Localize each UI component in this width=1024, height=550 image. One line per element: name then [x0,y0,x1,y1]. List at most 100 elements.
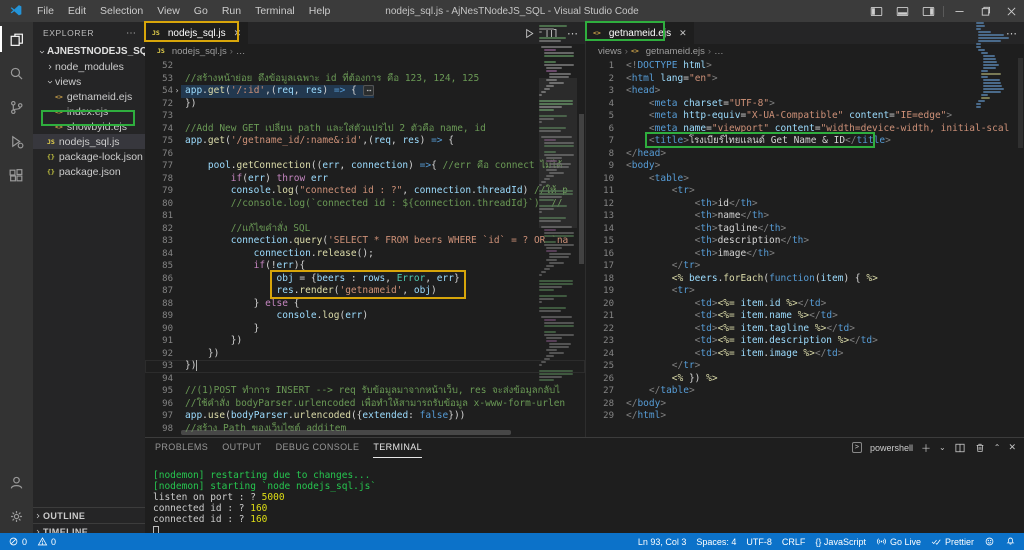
line-number[interactable]: 23 [586,335,614,348]
code-line-78[interactable]: 78 if(err) throw err [145,173,585,186]
run-file-icon[interactable] [523,27,536,40]
status-item-error[interactable]: 0 [8,536,27,547]
code-line-85[interactable]: 85 if(!err){ [145,260,585,273]
breadcrumb-right[interactable]: views› <> getnameid.ejs› … [586,44,1024,58]
shell-selector[interactable]: powershell [870,443,913,453]
explorer-item-ajnestnodejs-sql[interactable]: AJNESTNODEJS_SQL [33,44,145,59]
toggle-sidebar-icon[interactable] [863,0,889,22]
status-item-utf-8[interactable]: UTF-8 [746,537,772,547]
code-line-90[interactable]: 90 } [145,323,585,336]
line-number[interactable]: 18 [586,273,614,286]
line-number[interactable]: 86 [145,273,173,286]
line-number[interactable]: 88 [145,298,173,311]
code-line-16[interactable]: 16 <th>image</th> [586,248,1024,261]
minimize-window-icon[interactable] [946,0,972,22]
terminal-output[interactable]: [nodemon] restarting due to changes...[n… [153,457,1016,533]
code-line-20[interactable]: 20 <td><%= item.id %></td> [586,298,1024,311]
line-number[interactable]: 54 [145,85,173,98]
sidebar-section-outline[interactable]: OUTLINE [33,507,145,523]
toggle-panel-icon[interactable] [889,0,915,22]
status-item-broadcast[interactable]: Go Live [876,536,921,547]
line-number[interactable]: 13 [586,210,614,223]
explorer-item-package-json[interactable]: {}package.json [33,164,145,179]
code-line-75[interactable]: 75 app.get('/getname_id/:name&:id',(req,… [145,135,585,148]
toggle-secondary-sidebar-icon[interactable] [915,0,941,22]
line-number[interactable]: 93 [145,360,173,373]
menu-go[interactable]: Go [187,5,215,17]
menu-terminal[interactable]: Terminal [248,5,302,17]
activity-run-debug-icon[interactable] [0,124,33,158]
line-number[interactable]: 96 [145,398,173,411]
line-number[interactable]: 6 [586,123,614,136]
panel-tab-problems[interactable]: PROBLEMS [155,438,208,457]
line-number[interactable]: 53 [145,73,173,86]
new-terminal-icon[interactable]: ＋ [921,440,931,455]
code-line-79[interactable]: 79 console.log("connected id : ?", conne… [145,185,585,198]
line-number[interactable]: 11 [586,185,614,198]
menu-run[interactable]: Run [215,5,248,17]
line-number[interactable]: 2 [586,73,614,86]
code-line-81[interactable]: 81 [145,210,585,223]
code-line-8[interactable]: 8 </head> [586,148,1024,161]
code-line-9[interactable]: 9 <body> [586,160,1024,173]
activity-extensions-icon[interactable] [0,158,33,192]
code-line-84[interactable]: 84 connection.release(); [145,248,585,261]
menu-selection[interactable]: Selection [93,5,150,17]
code-line-4[interactable]: 4 <meta charset="UTF-8"> [586,98,1024,111]
line-number[interactable]: 16 [586,248,614,261]
code-line-91[interactable]: 91 }) [145,335,585,348]
line-number[interactable]: 82 [145,223,173,236]
line-number[interactable]: 83 [145,235,173,248]
split-terminal-icon[interactable] [954,442,966,454]
activity-source-control-icon[interactable] [0,90,33,124]
line-number[interactable]: 28 [586,398,614,411]
line-number[interactable]: 98 [145,423,173,436]
line-number[interactable]: 91 [145,335,173,348]
code-line-82[interactable]: 82 //แก้ไขคำสั่ง SQL [145,223,585,236]
horizontal-scrollbar-left[interactable] [181,430,511,435]
code-line-74[interactable]: 74 //Add New GET เปลี่ยน path และใส่ตัวแ… [145,123,585,136]
panel-tab-debug-console[interactable]: DEBUG CONSOLE [276,438,360,457]
code-line-54[interactable]: 54›app.get('/:id',(req, res) => { ⋯ [145,85,585,98]
line-number[interactable]: 72 [145,98,173,111]
menu-file[interactable]: File [30,5,61,17]
line-number[interactable]: 95 [145,385,173,398]
menu-edit[interactable]: Edit [61,5,93,17]
line-number[interactable]: 20 [586,298,614,311]
explorer-item-index-ejs[interactable]: <>index.ejs [33,104,145,119]
line-number[interactable]: 75 [145,135,173,148]
panel-tab-output[interactable]: OUTPUT [222,438,261,457]
code-line-95[interactable]: 95 //(1)POST ทำการ INSERT --> req รับข้อ… [145,385,585,398]
code-line-19[interactable]: 19 <tr> [586,285,1024,298]
code-line-89[interactable]: 89 console.log(err) [145,310,585,323]
line-number[interactable]: 73 [145,110,173,123]
line-number[interactable]: 7 [586,135,614,148]
line-number[interactable]: 10 [586,173,614,186]
line-number[interactable]: 74 [145,123,173,136]
tab-getnameid-ejs[interactable]: <> getnameid.ejs ✕ [586,22,694,44]
line-number[interactable]: 85 [145,260,173,273]
status-item-ln-93-col-3[interactable]: Ln 93, Col 3 [638,537,687,547]
explorer-item-getnameid-ejs[interactable]: <>getnameid.ejs [33,89,145,104]
code-line-88[interactable]: 88 } else { [145,298,585,311]
maximize-panel-icon[interactable]: ⌃ [994,443,1001,452]
vertical-scrollbar-right[interactable] [1017,58,1024,437]
code-line-24[interactable]: 24 <td><%= item.image %></td> [586,348,1024,361]
restore-window-icon[interactable] [972,0,998,22]
vertical-scrollbar-left[interactable] [578,58,585,437]
code-line-23[interactable]: 23 <td><%= item.description %></td> [586,335,1024,348]
code-line-92[interactable]: 92 }) [145,348,585,361]
status-item-spaces-4[interactable]: Spaces: 4 [696,537,736,547]
status-item-bell[interactable] [1005,536,1016,547]
code-line-80[interactable]: 80 //console.log(`connected id : ${conne… [145,198,585,211]
code-line-93[interactable]: 93 }) [145,360,585,373]
line-number[interactable]: 21 [586,310,614,323]
line-number[interactable]: 84 [145,248,173,261]
line-number[interactable]: 26 [586,373,614,386]
line-number[interactable]: 77 [145,160,173,173]
status-item-warning[interactable]: 0 [37,536,56,547]
status-item--javascript[interactable]: {} JavaScript [815,537,866,547]
code-line-94[interactable]: 94 [145,373,585,386]
code-editor-nodejs-sql[interactable]: 52 53 //สร้างหน้าย่อย ดึงข้อมูลเฉพาะ id … [145,58,585,437]
activity-account-icon[interactable] [0,465,33,499]
